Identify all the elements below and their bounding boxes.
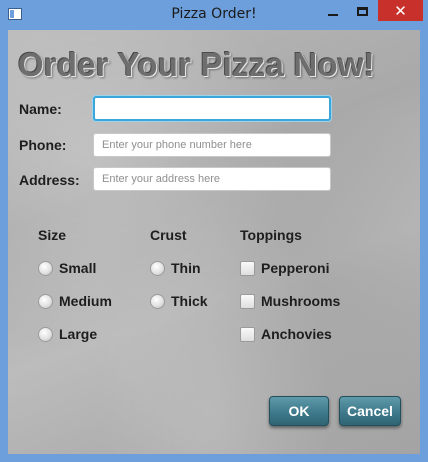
crust-option-thick[interactable]: Thick [150,293,208,309]
ok-button[interactable]: OK [269,396,329,426]
title-bar[interactable]: Pizza Order! ✕ [0,0,428,30]
topping-option-anchovies[interactable]: Anchovies [240,326,332,342]
toppings-heading: Toppings [240,227,302,243]
size-option-medium[interactable]: Medium [38,293,112,309]
address-field[interactable] [93,167,331,191]
phone-label: Phone: [19,137,67,153]
topping-option-label: Pepperoni [261,260,330,276]
cancel-button[interactable]: Cancel [339,396,401,426]
size-option-label: Small [59,260,97,276]
topping-option-label: Anchovies [261,326,332,342]
radio-button[interactable] [38,326,53,342]
name-field[interactable] [93,96,331,121]
crust-option-label: Thin [171,260,201,276]
radio-button[interactable] [150,293,165,309]
close-button[interactable]: ✕ [378,0,423,21]
crust-option-thin[interactable]: Thin [150,260,201,276]
checkbox[interactable] [240,260,255,276]
crust-heading: Crust [150,227,187,243]
size-heading: Size [38,227,67,243]
pizza-order-window: Pizza Order! ✕ Order Your Pizza Now! Nam… [0,0,428,462]
radio-button[interactable] [38,293,53,309]
close-icon: ✕ [394,1,407,20]
page-title: Order Your Pizza Now! [18,46,375,83]
size-option-label: Medium [59,293,112,309]
radio-button[interactable] [150,260,165,276]
crust-option-label: Thick [171,293,208,309]
minimize-icon [328,13,338,16]
size-option-small[interactable]: Small [38,260,96,276]
form-panel: Order Your Pizza Now! Name: Phone: Addre… [8,30,420,454]
size-option-label: Large [59,326,98,342]
topping-option-pepperoni[interactable]: Pepperoni [240,260,329,276]
radio-button[interactable] [38,260,53,276]
checkbox[interactable] [240,293,255,309]
size-option-large[interactable]: Large [38,326,97,342]
maximize-button[interactable] [349,0,375,21]
name-label: Name: [19,101,62,117]
topping-option-label: Mushrooms [261,293,341,309]
address-label: Address: [19,172,80,188]
checkbox[interactable] [240,326,255,342]
minimize-button[interactable] [320,0,346,21]
topping-option-mushrooms[interactable]: Mushrooms [240,293,340,309]
maximize-icon [356,7,368,16]
phone-field[interactable] [93,133,331,157]
